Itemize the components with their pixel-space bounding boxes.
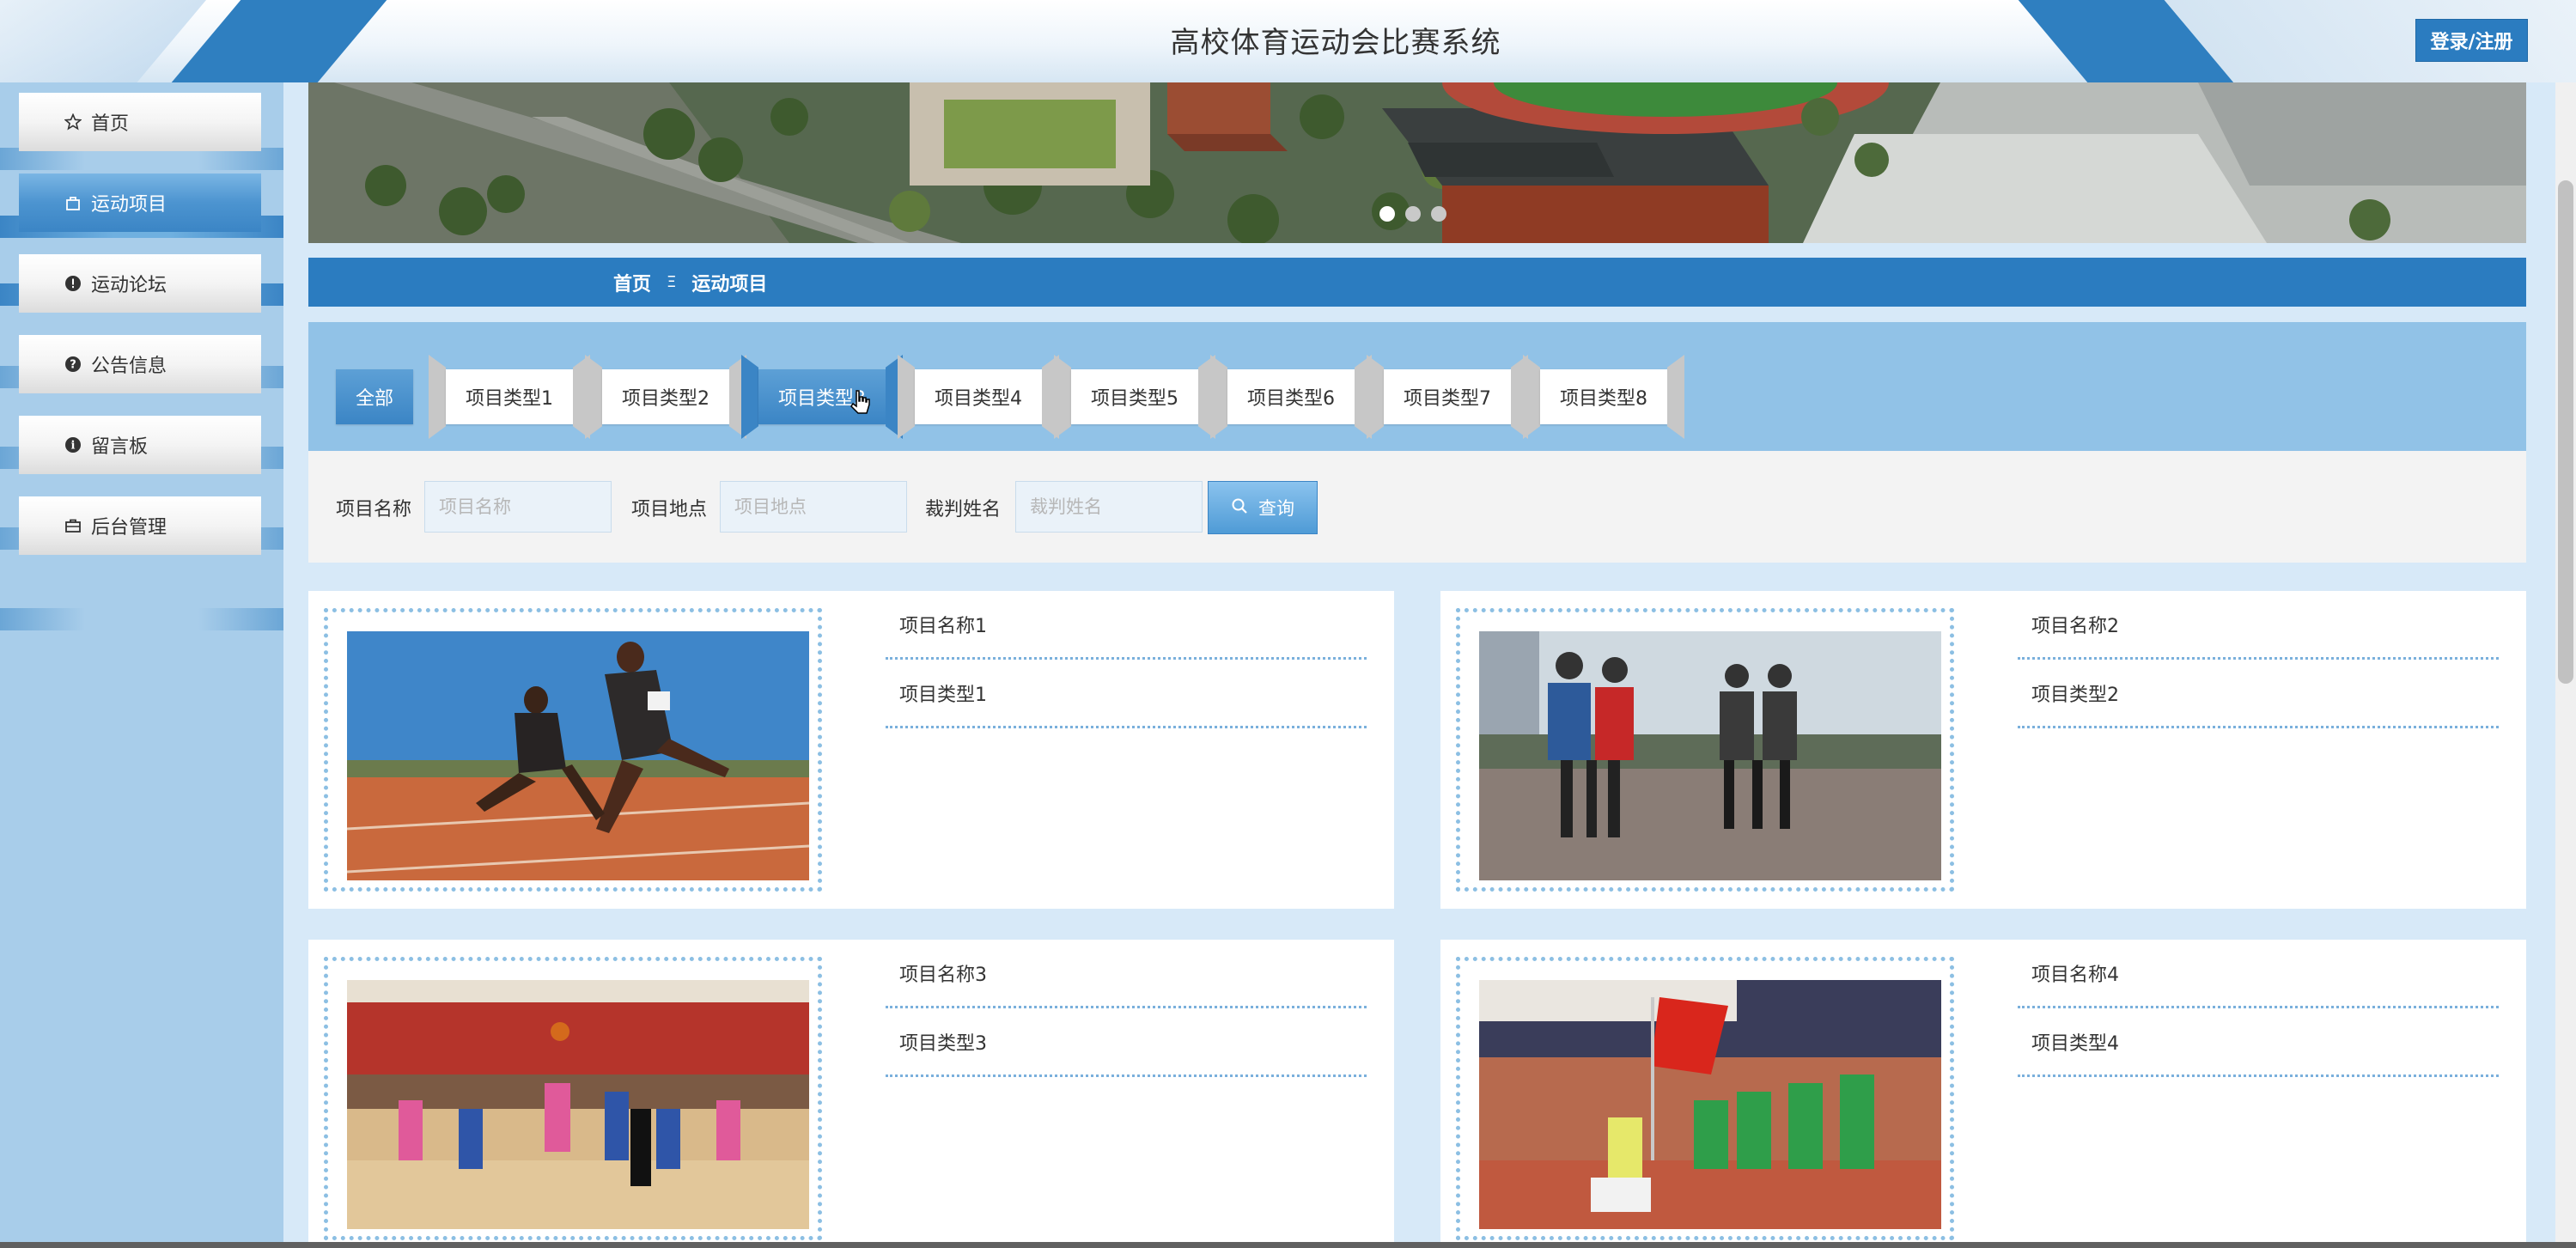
project-location-input[interactable] [720,481,907,533]
tab-type-4[interactable]: 项目类型4 [898,355,1059,439]
info-circle-icon: i [64,435,82,454]
sprint-finish-photo[interactable] [347,631,809,880]
header-decoration-left [171,0,387,82]
question-circle-icon: ? [64,355,82,374]
project-name-input[interactable] [424,481,612,533]
sidebar-item-label: 公告信息 [91,356,167,377]
sidebar-item-label: 后台管理 [91,517,167,539]
site-header: 高校体育运动会比赛系统 登录/注册 [0,0,2576,82]
project-type: 项目类型2 [2018,660,2499,728]
sidebar-item-admin[interactable]: 后台管理 [19,496,261,555]
project-type: 项目类型1 [886,660,1367,728]
sidebar-item-home[interactable]: 首页 [19,93,261,151]
sidebar-item-announcements[interactable]: ? 公告信息 [19,335,261,393]
carousel-dots [1379,206,1446,222]
referee-name-input[interactable] [1015,481,1203,533]
project-name: 项目名称4 [2018,940,2499,1008]
login-register-button[interactable]: 登录/注册 [2415,19,2528,62]
sidebar-item-label: 首页 [91,113,130,135]
sidebar-item-message-board[interactable]: i 留言板 [19,416,261,474]
breadcrumb-home[interactable]: 首页 [613,269,651,296]
project-card[interactable]: 项目名称2 项目类型2 [1440,591,2526,909]
breadcrumb-separator: Ξ [667,273,677,291]
mouse-cursor-icon [850,390,870,414]
project-card[interactable]: 项目名称4 项目类型4 [1440,940,2526,1248]
tab-all[interactable]: 全部 [336,355,413,439]
briefcase-icon [64,516,82,535]
search-bar: 项目名称 项目地点 裁判姓名 查询 [308,451,2526,563]
site-title: 高校体育运动会比赛系统 [1170,26,1501,60]
sidebar-item-sports-events[interactable]: 运动项目 [19,174,261,232]
project-name: 项目名称2 [2018,591,2499,660]
tab-type-8[interactable]: 项目类型8 [1523,355,1684,439]
category-filter-bar: 全部 项目类型1 项目类型2 项目类型3 项目类型4 项目类型5 项目类型6 项… [308,322,2526,451]
search-button[interactable]: 查询 [1208,481,1318,534]
exclamation-circle-icon [64,274,82,293]
star-outline-icon [64,113,82,131]
carousel-dot[interactable] [1379,206,1395,222]
basketball-game-photo[interactable] [347,980,809,1229]
tab-type-7[interactable]: 项目类型7 [1367,355,1528,439]
search-icon [1231,497,1248,519]
sidebar: 首页 运动项目 运动论坛 ? 公告信息 i 留言板 后台管理 [0,82,283,1248]
tab-type-1[interactable]: 项目类型1 [429,355,590,439]
breadcrumb: 首页 Ξ 运动项目 [308,258,2526,307]
referee-name-label: 裁判姓名 [925,499,1002,521]
carousel-dot[interactable] [1431,206,1446,222]
svg-text:i: i [71,440,76,453]
sidebar-item-label: 运动论坛 [91,275,167,296]
project-card[interactable]: 项目名称1 项目类型1 [308,591,1394,909]
three-legged-race-photo[interactable] [1479,631,1941,880]
svg-text:?: ? [70,359,76,372]
project-card[interactable]: 项目名称3 项目类型3 [308,940,1394,1248]
project-name-label: 项目名称 [336,499,412,521]
sidebar-item-label: 留言板 [91,436,149,458]
tab-type-5[interactable]: 项目类型5 [1054,355,1215,439]
project-type: 项目类型3 [886,1008,1367,1077]
sidebar-item-label: 运动项目 [91,194,167,216]
project-type: 项目类型4 [2018,1008,2499,1077]
tab-type-6[interactable]: 项目类型6 [1210,355,1372,439]
tab-type-2[interactable]: 项目类型2 [585,355,746,439]
project-name: 项目名称1 [886,591,1367,660]
carousel-dot[interactable] [1405,206,1421,222]
page-scrollbar-thumb[interactable] [2558,180,2573,684]
bag-icon [64,193,82,212]
sidebar-item-forum[interactable]: 运动论坛 [19,254,261,313]
project-location-label: 项目地点 [631,499,708,521]
project-name: 项目名称3 [886,940,1367,1008]
breadcrumb-current: 运动项目 [691,273,768,295]
sports-parade-photo[interactable] [1479,980,1941,1229]
